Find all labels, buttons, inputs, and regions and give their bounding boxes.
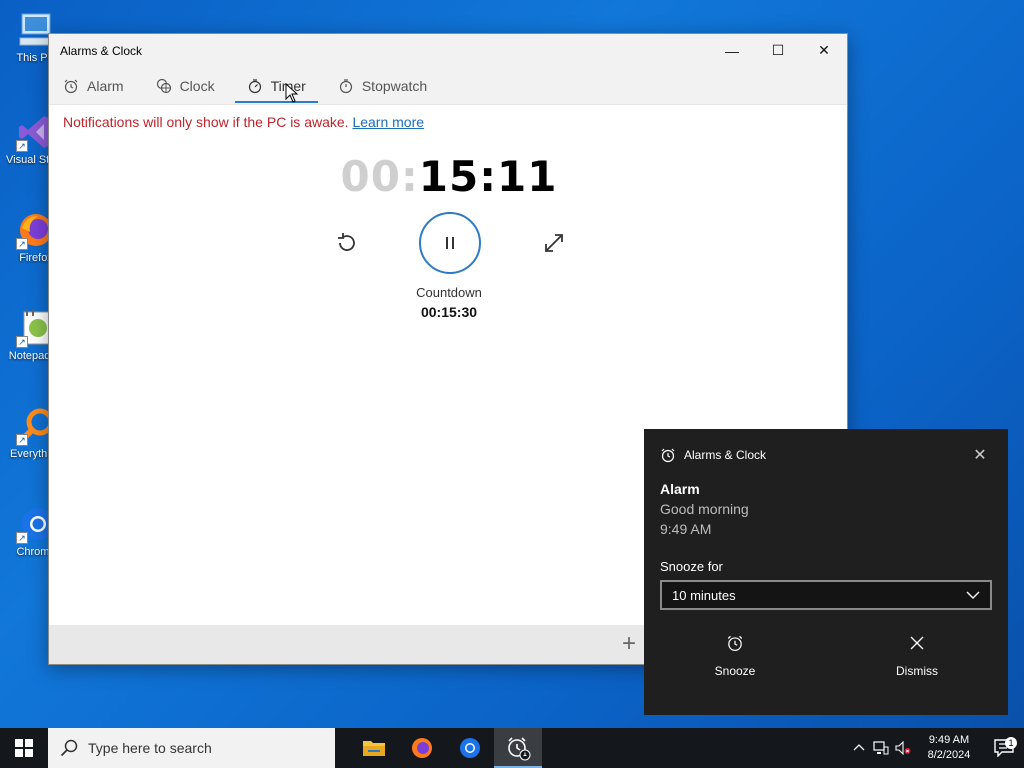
tab-clock[interactable]: Clock — [156, 67, 215, 105]
system-tray: 9:49 AM 8/2/2024 1 — [848, 728, 1024, 768]
pause-icon — [446, 237, 454, 249]
taskbar-chrome[interactable] — [446, 728, 494, 768]
shortcut-arrow-icon: ↗ — [16, 238, 28, 250]
minimize-button[interactable]: — — [709, 34, 755, 67]
notice-text: Notifications will only show if the PC i… — [63, 114, 349, 130]
taskbar-firefox[interactable] — [398, 728, 446, 768]
windows-logo-icon — [15, 739, 33, 757]
search-placeholder: Type here to search — [88, 740, 212, 756]
clock-time: 9:49 AM — [928, 734, 970, 746]
action-center-button[interactable]: 1 — [984, 737, 1024, 757]
timer-display: 00:15:11 — [49, 152, 849, 201]
toast-header: Alarms & Clock ✕ — [644, 429, 1008, 481]
notification-count-badge: 1 — [1005, 737, 1017, 749]
tab-label: Clock — [179, 77, 215, 94]
taskbar-clock[interactable]: 9:49 AM 8/2/2024 — [914, 733, 984, 763]
toast-actions: Snooze Dismiss — [644, 632, 1008, 678]
title-bar[interactable]: Alarms & Clock — ☐ ✕ — [49, 34, 847, 67]
toast-close-button[interactable]: ✕ — [952, 445, 1008, 465]
timer-icon — [248, 78, 261, 93]
window-title: Alarms & Clock — [60, 43, 143, 58]
expand-button[interactable] — [539, 230, 569, 256]
pause-button[interactable] — [419, 212, 481, 274]
snooze-dropdown[interactable]: 10 minutes — [660, 580, 992, 610]
stopwatch-icon — [339, 78, 352, 93]
network-button[interactable] — [870, 741, 892, 755]
alarm-icon — [661, 448, 675, 463]
timer-name: Countdown — [416, 285, 482, 300]
timer-duration: 00:15:30 — [420, 304, 478, 320]
timer-hours: 00: — [340, 152, 419, 201]
reset-icon — [338, 233, 355, 251]
maximize-button[interactable]: ☐ — [755, 34, 801, 67]
network-icon — [873, 741, 889, 755]
toast-time: 9:49 AM — [660, 521, 712, 537]
timer-controls — [49, 212, 849, 274]
toast-app-name: Alarms & Clock — [684, 448, 767, 462]
snooze-button-label: Snooze — [714, 664, 756, 678]
snooze-button[interactable]: Snooze — [644, 632, 826, 678]
tab-label: Alarm — [87, 77, 124, 94]
taskbar-alarms-clock[interactable] — [494, 728, 542, 768]
shortcut-arrow-icon: ↗ — [16, 336, 28, 348]
toast-title: Alarm — [660, 481, 700, 497]
learn-more-link[interactable]: Learn more — [352, 114, 424, 130]
reset-button[interactable] — [331, 230, 363, 256]
volume-muted-icon — [895, 741, 911, 755]
tab-alarm[interactable]: Alarm — [63, 67, 124, 105]
taskbar: Type here to search 9:49 AM 8/2/2024 1 — [0, 728, 1024, 768]
dismiss-button[interactable]: Dismiss — [826, 632, 1008, 678]
dismiss-button-label: Dismiss — [896, 664, 938, 678]
tab-label: Stopwatch — [361, 77, 428, 94]
world-clock-icon — [156, 78, 171, 93]
add-timer-button[interactable]: + — [622, 632, 636, 656]
show-hidden-icons-button[interactable] — [848, 742, 870, 754]
chrome-icon — [460, 738, 480, 758]
alarm-clock-app-icon — [508, 737, 531, 761]
taskbar-file-explorer[interactable] — [350, 728, 398, 768]
close-icon — [910, 636, 924, 650]
search-icon — [60, 739, 78, 757]
snooze-value: 10 minutes — [672, 587, 736, 603]
toast-message: Good morning — [660, 501, 749, 517]
shortcut-arrow-icon: ↗ — [16, 532, 28, 544]
clock-date: 8/2/2024 — [927, 749, 971, 761]
expand-icon — [545, 234, 563, 252]
snooze-label: Snooze for — [660, 559, 723, 574]
mouse-cursor-icon — [285, 83, 299, 103]
tab-stopwatch[interactable]: Stopwatch — [338, 67, 427, 105]
start-button[interactable] — [0, 728, 48, 768]
timer-remaining: 15:11 — [418, 152, 558, 201]
folder-icon — [363, 741, 385, 756]
alarm-icon — [64, 79, 78, 93]
alarm-icon — [727, 635, 743, 651]
close-button[interactable]: ✕ — [801, 34, 847, 67]
firefox-icon — [412, 738, 432, 758]
chevron-up-icon — [853, 744, 865, 751]
shortcut-arrow-icon: ↗ — [16, 140, 28, 152]
volume-button[interactable] — [892, 741, 914, 755]
chevron-down-icon — [966, 591, 980, 599]
tab-bar: Alarm Clock Timer Stopwatch — [49, 67, 847, 105]
taskbar-search[interactable]: Type here to search — [48, 728, 335, 768]
shortcut-arrow-icon: ↗ — [16, 434, 28, 446]
awake-notice: Notifications will only show if the PC i… — [49, 105, 847, 141]
alarm-toast: Alarms & Clock ✕ Alarm Good morning 9:49… — [644, 429, 1008, 715]
